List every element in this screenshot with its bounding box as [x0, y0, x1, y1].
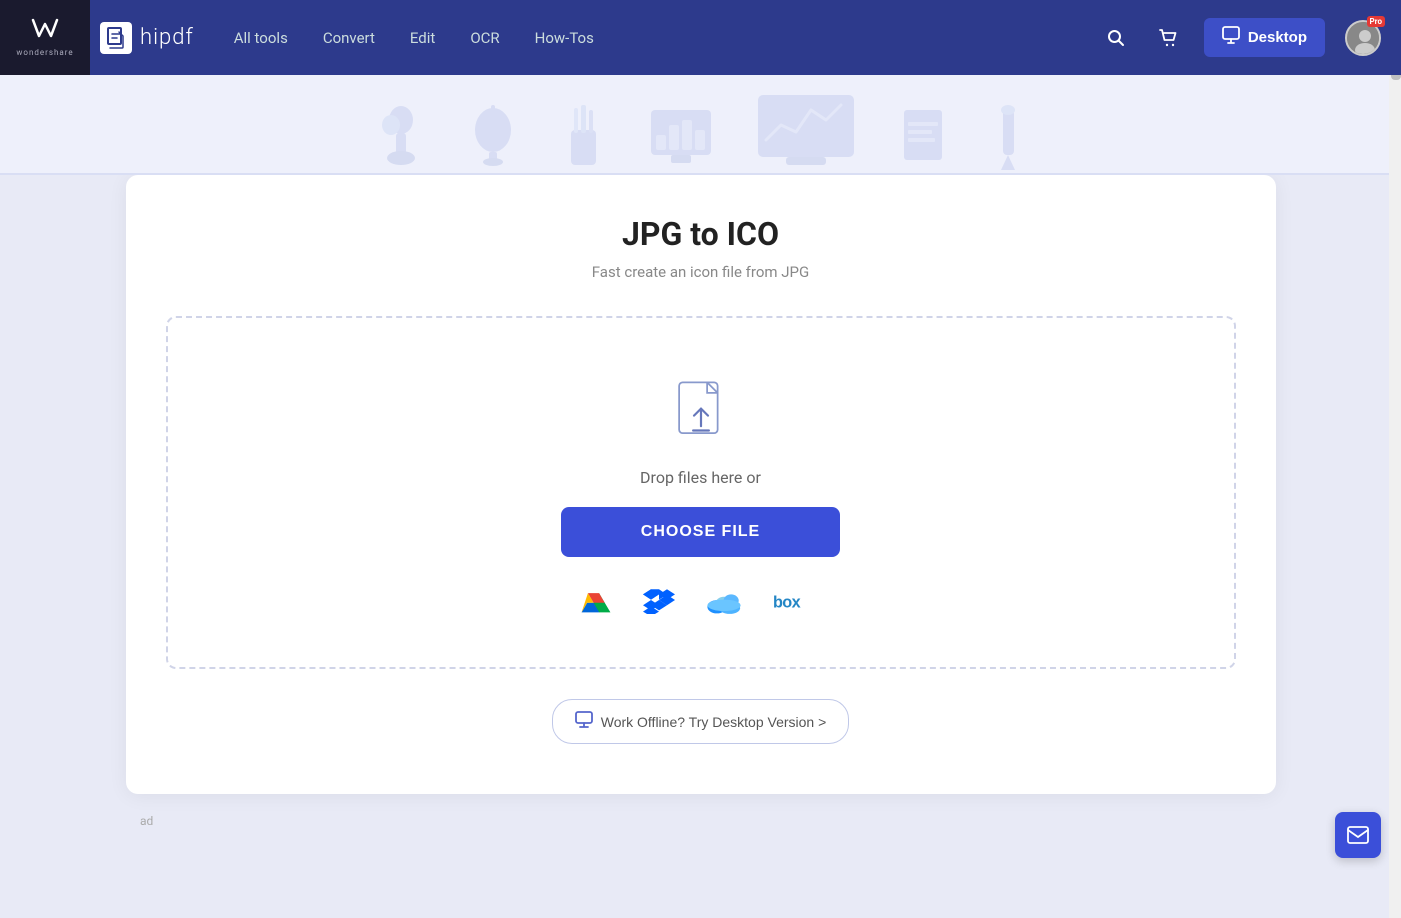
cart-button[interactable] — [1152, 22, 1184, 54]
nav-ocr[interactable]: OCR — [470, 29, 499, 47]
nav-how-tos[interactable]: How-Tos — [535, 29, 594, 47]
desktop-label: Desktop — [1248, 29, 1307, 46]
offline-text: Work Offline? Try Desktop Version > — [601, 714, 827, 730]
upload-area[interactable]: Drop files here or CHOOSE FILE — [166, 316, 1236, 669]
header-decoration — [0, 75, 1401, 175]
nav-edit[interactable]: Edit — [410, 29, 435, 47]
desktop-offline-icon — [575, 710, 593, 733]
nav-convert[interactable]: Convert — [323, 29, 375, 47]
desktop-icon — [1222, 26, 1240, 49]
dropbox-button[interactable] — [643, 587, 675, 617]
deco-lamp — [466, 95, 521, 170]
choose-file-button[interactable]: CHOOSE FILE — [561, 507, 840, 557]
email-fab-button[interactable] — [1335, 812, 1381, 858]
nav-links: All tools Convert Edit OCR How-Tos — [234, 29, 1100, 47]
offline-button[interactable]: Work Offline? Try Desktop Version > — [552, 699, 850, 744]
onedrive-button[interactable] — [705, 588, 743, 616]
scrollbar[interactable] — [1389, 0, 1401, 918]
desktop-button[interactable]: Desktop — [1204, 18, 1325, 57]
converter-card: JPG to ICO Fast create an icon file from… — [126, 175, 1276, 794]
deco-line — [0, 173, 1401, 175]
cloud-icons: box — [579, 587, 823, 617]
deco-linechart — [756, 90, 856, 170]
google-drive-button[interactable] — [579, 587, 613, 617]
deco-document — [896, 100, 951, 170]
deco-plant — [376, 100, 426, 170]
box-button[interactable]: box — [773, 590, 823, 614]
deco-barchart — [646, 100, 716, 170]
drop-text: Drop files here or — [640, 468, 761, 487]
hipdf-brand[interactable]: hipdf — [100, 22, 194, 54]
page-subtitle: Fast create an icon file from JPG — [166, 263, 1236, 281]
wondershare-logo[interactable]: wondershare — [0, 0, 90, 75]
pro-badge: Pro — [1367, 16, 1385, 27]
nav-all-tools[interactable]: All tools — [234, 29, 288, 47]
navbar: wondershare hipdf All tools Convert Edit… — [0, 0, 1401, 75]
search-button[interactable] — [1100, 22, 1132, 54]
svg-text:box: box — [773, 594, 801, 612]
upload-icon — [666, 378, 736, 448]
nav-actions: Desktop Pro — [1100, 18, 1381, 57]
hipdf-icon — [100, 22, 132, 54]
ws-text: wondershare — [16, 48, 73, 57]
hipdf-name: hipdf — [140, 25, 194, 50]
user-avatar-wrapper: Pro — [1345, 20, 1381, 56]
deco-icons — [376, 90, 1026, 175]
deco-pen — [991, 95, 1026, 170]
main-content: JPG to ICO Fast create an icon file from… — [0, 175, 1401, 918]
page-title: JPG to ICO — [166, 215, 1236, 253]
ad-label: ad — [60, 814, 1341, 828]
deco-pencil-cup — [561, 100, 606, 170]
ws-icon — [31, 18, 59, 46]
offline-banner: Work Offline? Try Desktop Version > — [166, 699, 1236, 744]
